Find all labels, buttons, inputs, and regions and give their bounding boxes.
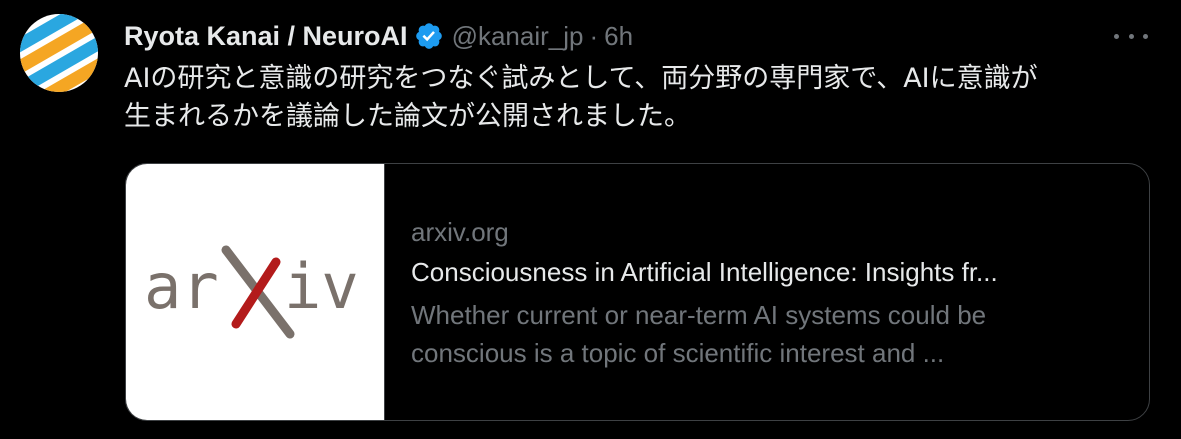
card-description-line: Whether current or near-term AI systems …	[411, 300, 987, 330]
card-description: Whether current or near-term AI systems …	[411, 296, 1121, 372]
more-horizontal-icon[interactable]	[1114, 22, 1148, 50]
tweet[interactable]: Ryota Kanai / NeuroAI @kanair_jp · 6h AI…	[0, 0, 1181, 439]
more-dot	[1114, 33, 1119, 39]
arxiv-logo-text-ar: ar	[144, 250, 219, 323]
card-body[interactable]: arxiv.org Consciousness in Artificial In…	[411, 212, 1121, 372]
tweet-header: Ryota Kanai / NeuroAI @kanair_jp · 6h	[124, 18, 633, 54]
author-handle[interactable]: @kanair_jp	[452, 21, 584, 52]
tweet-text-line: AIの研究と意識の研究をつなぐ試みとして、両分野の専門家で、AIに意識が	[124, 63, 1038, 94]
author-display-name[interactable]: Ryota Kanai / NeuroAI	[124, 21, 408, 52]
separator-dot: ·	[589, 20, 599, 51]
card-description-line: conscious is a topic of scientific inter…	[411, 338, 945, 368]
verified-badge-icon[interactable]	[414, 21, 444, 51]
more-dot	[1143, 33, 1148, 39]
arxiv-logo: ar iv	[144, 245, 359, 339]
card-title[interactable]: Consciousness in Artificial Intelligence…	[411, 252, 1121, 292]
tweet-text: AIの研究と意識の研究をつなぐ試みとして、両分野の専門家で、AIに意識が 生まれ…	[124, 60, 1154, 136]
avatar[interactable]	[20, 14, 98, 92]
card-thumbnail[interactable]: ar iv	[126, 164, 385, 420]
more-dot	[1128, 33, 1134, 39]
tweet-text-line: 生まれるかを議論した論文が公開されました。	[124, 101, 691, 132]
tweet-timestamp[interactable]: 6h	[604, 21, 633, 52]
link-preview-card[interactable]: ar iv arxiv.org Consciousness in Artific…	[125, 163, 1150, 421]
arxiv-logo-text-iv: iv	[284, 250, 359, 323]
card-domain: arxiv.org	[411, 217, 509, 247]
avatar-image	[20, 14, 98, 92]
